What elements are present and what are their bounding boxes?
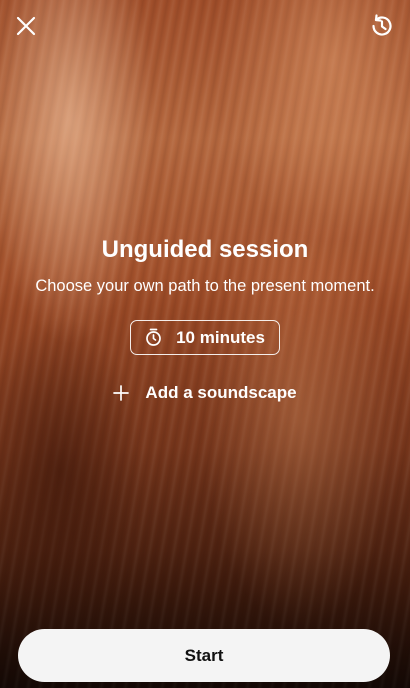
history-button[interactable] [366,10,398,42]
timer-icon [146,328,161,346]
start-button[interactable]: Start [18,629,390,682]
duration-button[interactable]: 10 minutes [130,320,280,355]
plus-icon [113,385,130,401]
duration-label: 10 minutes [176,327,265,347]
session-subtitle: Choose your own path to the present mome… [35,277,375,295]
add-soundscape-button[interactable]: Add a soundscape [113,383,297,403]
session-title: Unguided session [101,236,309,263]
close-icon [16,16,36,36]
start-label: Start [184,645,224,665]
session-content: Unguided session Choose your own path to… [0,230,410,406]
add-soundscape-label: Add a soundscape [145,383,297,402]
unguided-session-screen: Unguided session Choose your own path to… [0,0,410,688]
close-button[interactable] [10,10,42,42]
history-icon [372,14,392,36]
